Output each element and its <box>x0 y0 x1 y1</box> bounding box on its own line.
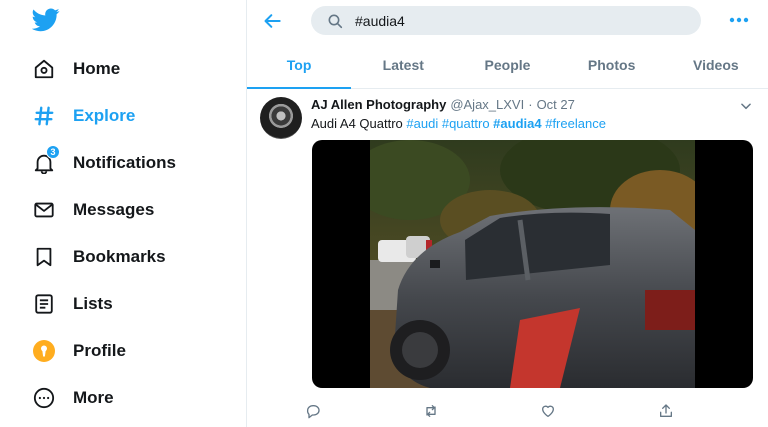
ellipsis-icon <box>729 17 749 23</box>
retweet-icon <box>426 405 436 417</box>
separator-dot: · <box>528 97 533 112</box>
heart-icon <box>542 405 554 417</box>
sidebar-item-label: More <box>73 388 114 407</box>
sidebar: Home Explore 3 Notifications Messages Bo… <box>0 0 247 427</box>
share-icon <box>660 404 672 417</box>
search-bar[interactable] <box>311 6 701 35</box>
sidebar-item-label: Home <box>73 59 121 78</box>
search-icon <box>327 13 343 29</box>
notification-count-badge: 3 <box>46 145 60 159</box>
sidebar-item-explore[interactable]: Explore <box>32 101 135 131</box>
hashtag-icon <box>32 104 56 128</box>
sidebar-item-profile[interactable]: Profile <box>32 336 126 366</box>
main-column: Top Latest People Photos Videos AJ Allen… <box>247 0 768 427</box>
sidebar-item-label: Lists <box>73 294 113 313</box>
sidebar-item-messages[interactable]: Messages <box>32 195 154 225</box>
hashtag-link[interactable]: #audi <box>406 116 438 131</box>
tweet[interactable]: AJ Allen Photography @Ajax_LXVI · Oct 27… <box>247 89 768 427</box>
sidebar-item-home[interactable]: Home <box>32 54 120 84</box>
search-tabs: Top Latest People Photos Videos <box>247 42 768 89</box>
author-handle[interactable]: @Ajax_LXVI <box>450 97 524 112</box>
tab-latest[interactable]: Latest <box>351 42 455 88</box>
back-button[interactable] <box>261 9 285 33</box>
tweet-actions <box>303 401 743 421</box>
retweet-button[interactable] <box>421 401 441 421</box>
tab-top[interactable]: Top <box>247 42 352 89</box>
avatar[interactable] <box>260 97 302 139</box>
arrow-left-icon <box>264 14 281 28</box>
hashtag-link[interactable]: #freelance <box>545 116 606 131</box>
tweet-menu-button[interactable] <box>739 99 753 113</box>
reply-icon <box>306 405 320 419</box>
profile-icon <box>32 339 56 363</box>
chevron-down-icon <box>741 103 751 110</box>
sidebar-item-label: Messages <box>73 200 155 219</box>
list-icon <box>32 292 56 316</box>
tweet-date[interactable]: Oct 27 <box>537 97 575 112</box>
sidebar-item-bookmarks[interactable]: Bookmarks <box>32 242 166 272</box>
tab-videos[interactable]: Videos <box>664 42 768 88</box>
reply-button[interactable] <box>303 401 323 421</box>
tab-people[interactable]: People <box>455 42 559 88</box>
car-photo <box>370 140 695 388</box>
sidebar-item-notifications[interactable]: 3 Notifications <box>32 145 176 178</box>
sidebar-item-label: Bookmarks <box>73 247 166 266</box>
sidebar-item-lists[interactable]: Lists <box>32 289 113 319</box>
hashtag-link[interactable]: #quattro <box>442 116 490 131</box>
like-button[interactable] <box>538 401 558 421</box>
search-input[interactable] <box>355 12 655 29</box>
search-header <box>247 0 768 42</box>
sidebar-item-label: Profile <box>73 341 126 360</box>
bell-icon: 3 <box>32 145 60 175</box>
tweet-header: AJ Allen Photography @Ajax_LXVI · Oct 27 <box>311 97 575 112</box>
tweet-text: Audi A4 Quattro #audi #quattro #audia4 #… <box>311 116 606 131</box>
twitter-bird-icon[interactable] <box>31 8 60 34</box>
bookmark-icon <box>32 245 56 269</box>
sidebar-item-label: Notifications <box>73 153 176 172</box>
home-icon <box>32 57 56 81</box>
author-name[interactable]: AJ Allen Photography <box>311 97 446 112</box>
tab-photos[interactable]: Photos <box>560 42 664 88</box>
envelope-icon <box>32 198 56 222</box>
hashtag-link[interactable]: #audia4 <box>493 116 541 131</box>
tweet-text-plain: Audi A4 Quattro <box>311 116 403 131</box>
share-button[interactable] <box>656 401 676 421</box>
sidebar-item-more[interactable]: More <box>32 383 114 413</box>
tweet-media[interactable] <box>312 140 753 388</box>
more-options-button[interactable] <box>728 10 750 30</box>
sidebar-item-label: Explore <box>73 106 136 125</box>
more-circle-icon <box>32 386 56 410</box>
